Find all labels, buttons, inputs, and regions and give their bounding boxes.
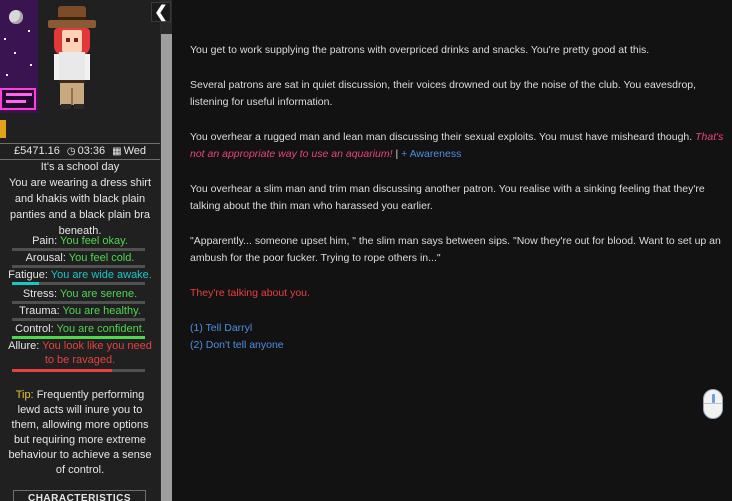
chevron-left-icon: ❮	[154, 4, 168, 21]
stat-label: Trauma:	[19, 305, 60, 317]
stat-label: Allure:	[8, 340, 40, 352]
stat-label: Fatigue:	[8, 269, 48, 281]
stat-value: You are healthy.	[62, 305, 141, 317]
stat-row: Arousal: You feel cold.	[6, 251, 154, 265]
tip-box: Tip: Frequently performing lewd acts wil…	[6, 388, 154, 478]
outfit-description: You are wearing a dress shirt and khakis…	[8, 177, 152, 237]
passage-paragraph: You get to work supplying the patrons wi…	[190, 44, 650, 56]
choice-tell-darryl-link[interactable]: (1) Tell Darryl	[190, 320, 252, 337]
stat-row: Trauma: You are healthy.	[6, 304, 154, 318]
stat-label: Control:	[15, 323, 54, 335]
day-value: Wed	[123, 145, 147, 157]
time-value: 03:36	[77, 145, 106, 157]
stat-bar	[12, 318, 145, 321]
clock-icon: ◷	[66, 146, 76, 157]
character-avatar	[48, 6, 96, 112]
tip-text: Frequently performing lewd acts will inu…	[8, 389, 152, 476]
tip-label: Tip:	[15, 389, 34, 401]
neon-club-sign-icon	[0, 88, 36, 110]
stat-value: You are wide awake.	[50, 269, 152, 281]
calendar-icon: ▦	[112, 146, 122, 157]
money-time-row: £5471.16 ◷ 03:36 ▦ Wed	[0, 143, 160, 160]
moon-icon	[9, 10, 23, 24]
day-display: ▦ Wed	[112, 144, 146, 159]
stat-bar	[12, 282, 145, 285]
passage-paragraph: You overhear a rugged man and lean man d…	[190, 129, 725, 163]
separator: |	[392, 148, 402, 160]
stat-row: Control: You are confident.	[6, 322, 154, 336]
mouse-icon	[703, 389, 723, 419]
stat-value: You feel cold.	[68, 252, 135, 264]
stat-value: You are confident.	[56, 323, 145, 335]
stat-bar-fill	[12, 369, 112, 372]
sidebar-scrollbar[interactable]	[161, 0, 172, 501]
stat-row: Pain: You feel okay.	[6, 234, 154, 248]
stat-label: Pain:	[32, 235, 58, 247]
stat-label: Stress:	[22, 288, 58, 300]
passage-paragraph: You overhear a slim man and trim man dis…	[190, 183, 705, 212]
stat-value: You are serene.	[59, 288, 138, 300]
stat-value: You look like you need to be ravaged.	[42, 340, 152, 366]
warning-text: They're talking about you.	[190, 287, 310, 299]
sidebar: £5471.16 ◷ 03:36 ▦ Wed It's a school day Y…	[0, 0, 161, 501]
money-value: £5471.16	[13, 145, 60, 157]
stat-row: Fatigue: You are wide awake.	[6, 268, 154, 282]
passage-paragraph: "Apparently... someone upset him, " the …	[190, 235, 721, 264]
stat-label: Arousal:	[25, 252, 66, 264]
school-day-text: It's a school day	[40, 161, 120, 173]
awareness-gain: + Awareness	[401, 148, 462, 160]
stat-row: Allure: You look like you need to be rav…	[6, 339, 154, 367]
passage-content: You get to work supplying the patrons wi…	[172, 0, 732, 501]
characteristics-button[interactable]: CHARACTERISTICS	[13, 490, 146, 501]
choice-dont-tell-link[interactable]: (2) Don't tell anyone	[190, 337, 284, 354]
stat-row: Stress: You are serene.	[6, 287, 154, 301]
side-tab[interactable]	[0, 120, 6, 138]
night-sky-panel	[0, 0, 38, 113]
time-display: ◷ 03:36	[67, 144, 105, 159]
stat-bar-fill	[12, 282, 39, 285]
collapse-sidebar-button[interactable]: ❮	[151, 2, 171, 22]
passage-text: You overhear a rugged man and lean man d…	[190, 131, 696, 143]
stat-bar	[12, 369, 145, 372]
passage-paragraph: Several patrons are sat in quiet discuss…	[190, 79, 697, 108]
stat-value: You feel okay.	[60, 235, 128, 247]
